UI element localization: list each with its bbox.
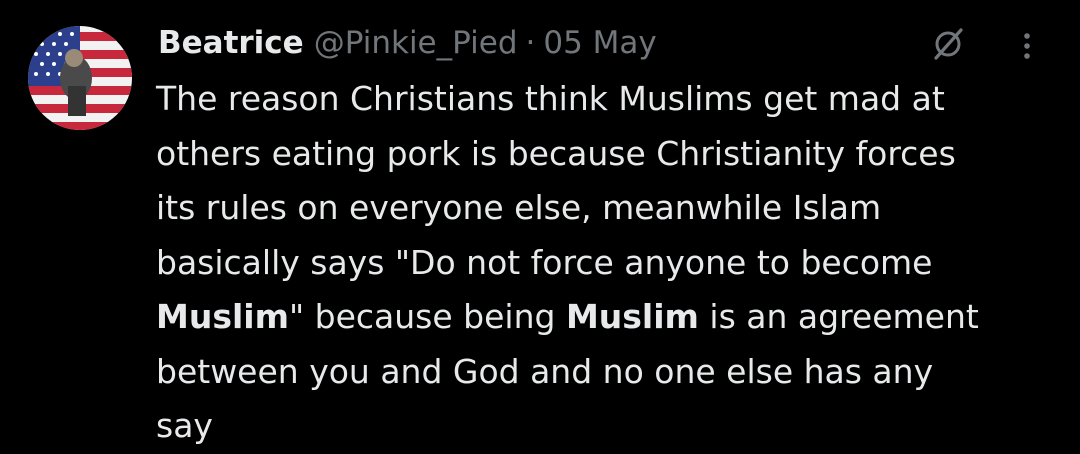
- tweet-text-line: say: [156, 406, 213, 445]
- avatar[interactable]: [28, 26, 132, 130]
- tweet-text-line: between you and God and no one else has …: [156, 351, 934, 391]
- tweet-date[interactable]: 05 May: [543, 18, 656, 68]
- display-name[interactable]: Beatrice: [158, 18, 304, 68]
- text-segment: " because being: [288, 297, 566, 336]
- bold-word: Muslim: [156, 297, 289, 336]
- tweet-text-line: The reason Christians think Muslims get …: [156, 79, 945, 118]
- bold-word: Muslim: [565, 297, 699, 336]
- tweet-text-line: basically says "Do not force anyone to b…: [156, 242, 933, 282]
- grok-icon[interactable]: [928, 24, 968, 64]
- tweet[interactable]: Beatrice @Pinkie_Pied · 05 May The reaso…: [0, 0, 1080, 445]
- american-flag-avatar-image: [28, 26, 132, 130]
- tweet-text: The reason Christians think Muslims get …: [156, 72, 1056, 454]
- tweet-text-line: others eating pork is because Christiani…: [156, 133, 956, 173]
- tweet-text-line-mixed: Muslim" because being Muslim is an agree…: [156, 290, 1056, 345]
- user-handle[interactable]: @Pinkie_Pied: [314, 18, 518, 68]
- more-options-icon[interactable]: [1012, 26, 1042, 66]
- text-segment: is an agreement: [698, 297, 979, 336]
- separator-dot: ·: [525, 25, 536, 61]
- tweet-text-line: its rules on everyone else, meanwhile Is…: [156, 188, 882, 227]
- tweet-header: Beatrice @Pinkie_Pied · 05 May: [158, 18, 657, 68]
